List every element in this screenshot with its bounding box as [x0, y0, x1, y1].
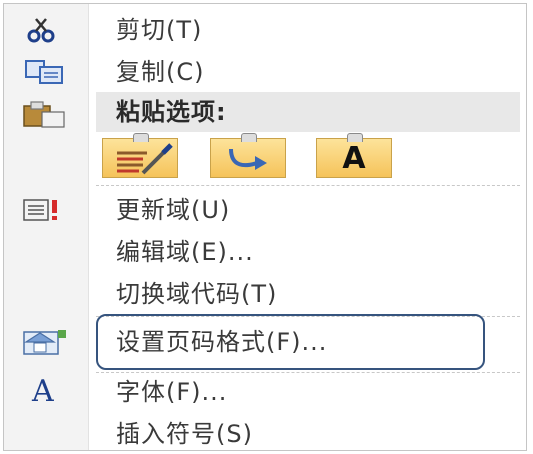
paste-keep-source-formatting-button[interactable]: [102, 133, 178, 178]
scissors-icon: [16, 16, 72, 44]
menu-item-label: 字体(F)...: [116, 378, 228, 406]
brush-icon: [117, 143, 173, 175]
copy-icon: [16, 58, 72, 86]
menu-item-cut[interactable]: 剪切(T): [4, 10, 526, 50]
menu-item-label: 复制(C): [116, 58, 205, 86]
font-icon: A: [16, 374, 72, 409]
menu-item-label: 剪切(T): [116, 16, 203, 44]
text-only-icon: A: [342, 141, 366, 176]
separator: [96, 185, 520, 186]
paste-icon: [16, 100, 72, 128]
menu-item-edit-field[interactable]: 编辑域(E)...: [4, 232, 526, 272]
menu-item-font[interactable]: A 字体(F)...: [4, 372, 526, 412]
font-icon-glyph: A: [32, 374, 54, 409]
paste-keep-text-only-button[interactable]: A: [316, 133, 392, 178]
paste-options-header: 粘贴选项:: [96, 92, 520, 132]
menu-item-label: 插入符号(S): [116, 420, 253, 448]
menu-item-toggle-field-codes[interactable]: 切换域代码(T): [4, 274, 526, 314]
menu-item-update-field[interactable]: 更新域(U): [4, 190, 526, 230]
paste-options-label: 粘贴选项:: [116, 98, 227, 126]
menu-item-label: 更新域(U): [116, 196, 231, 224]
menu-item-copy[interactable]: 复制(C): [4, 52, 526, 92]
merge-arrow-icon: [229, 148, 267, 170]
page-number-format-icon: [16, 328, 72, 356]
paste-merge-formatting-button[interactable]: [210, 133, 286, 178]
highlight-box: [96, 314, 485, 370]
context-menu: 剪切(T) 复制(C) 粘贴选项: A 更新域(U) 编辑域(E)... 切换域…: [3, 3, 527, 451]
menu-item-label: 切换域代码(T): [116, 280, 278, 308]
menu-item-label: 编辑域(E)...: [116, 238, 254, 266]
menu-item-insert-symbol[interactable]: 插入符号(S): [4, 414, 526, 454]
update-field-icon: [16, 196, 72, 224]
